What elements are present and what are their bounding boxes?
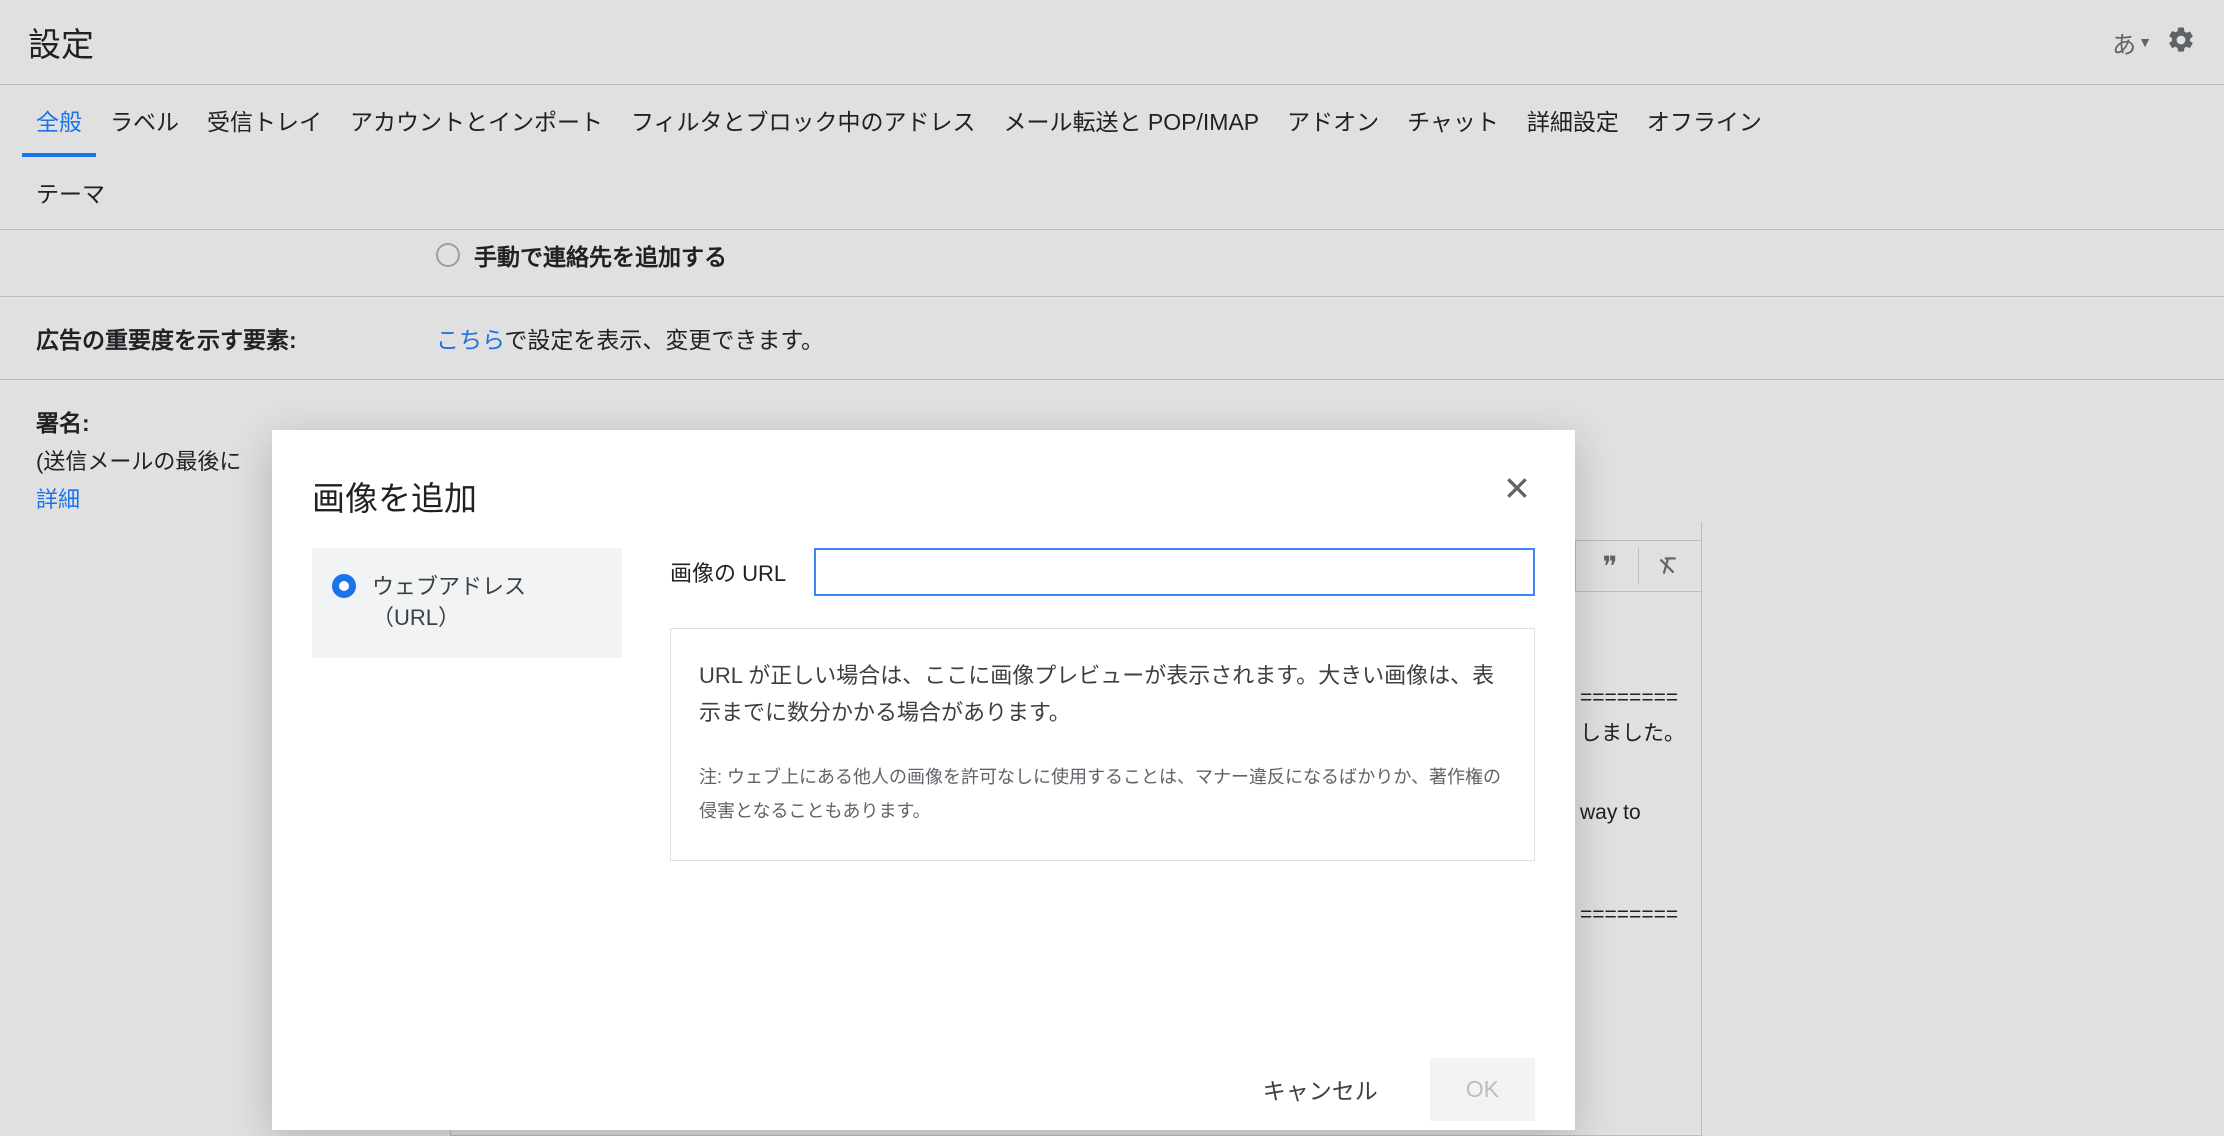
- cancel-button[interactable]: キャンセル: [1237, 1054, 1404, 1124]
- caret-down-icon: ▼: [2138, 34, 2152, 50]
- input-method-switch[interactable]: あ ▼: [2112, 25, 2152, 60]
- web-address-option[interactable]: ウェブアドレス（URL）: [312, 548, 622, 658]
- tab-accounts-import[interactable]: アカウントとインポート: [336, 85, 617, 157]
- web-address-label: ウェブアドレス（URL）: [372, 572, 602, 634]
- ok-button[interactable]: OK: [1430, 1058, 1535, 1121]
- add-image-modal: 画像を追加 ウェブアドレス（URL） 画像の URL URL が正しい場合は、こ…: [272, 430, 1575, 1130]
- tab-addons[interactable]: アドオン: [1273, 85, 1393, 157]
- image-url-input[interactable]: [814, 548, 1535, 596]
- image-url-label: 画像の URL: [670, 556, 786, 588]
- tab-advanced[interactable]: 詳細設定: [1513, 85, 1633, 157]
- tab-general[interactable]: 全般: [22, 85, 96, 157]
- ads-importance-row: 広告の重要度を示す要素: こちらで設定を表示、変更できます。: [0, 297, 2224, 380]
- preview-placeholder-text: URL が正しい場合は、ここに画像プレビューが表示されます。大きい画像は、表示ま…: [699, 657, 1506, 732]
- contacts-row: 手動で連絡先を追加する: [0, 230, 2224, 297]
- close-button[interactable]: [1499, 470, 1535, 506]
- gear-icon[interactable]: [2166, 25, 2196, 60]
- signature-detail-link[interactable]: 詳細: [36, 482, 80, 514]
- radio-selected-icon: [332, 574, 356, 598]
- tab-offline[interactable]: オフライン: [1633, 85, 1776, 157]
- tab-filters-blocked[interactable]: フィルタとブロック中のアドレス: [617, 85, 990, 157]
- modal-title: 画像を追加: [272, 430, 1575, 548]
- image-preview-box: URL が正しい場合は、ここに画像プレビューが表示されます。大きい画像は、表示ま…: [670, 628, 1535, 861]
- tab-chat[interactable]: チャット: [1393, 85, 1513, 157]
- ads-settings-link[interactable]: こちら: [436, 327, 504, 353]
- tab-labels[interactable]: ラベル: [96, 85, 193, 157]
- ads-text-after: で設定を表示、変更できます。: [504, 327, 824, 353]
- preview-note-text: 注: ウェブ上にある他人の画像を許可なしに使用することは、マナー違反になるばかり…: [699, 760, 1506, 828]
- contacts-manual-label: 手動で連絡先を追加する: [474, 238, 727, 272]
- settings-header: 設定 あ ▼: [0, 0, 2224, 84]
- tab-themes[interactable]: テーマ: [22, 157, 119, 229]
- radio-icon: [436, 243, 460, 267]
- tab-forwarding-pop-imap[interactable]: メール転送と POP/IMAP: [990, 85, 1274, 157]
- settings-tabs: 全般 ラベル 受信トレイ アカウントとインポート フィルタとブロック中のアドレス…: [0, 84, 2224, 230]
- tab-inbox[interactable]: 受信トレイ: [193, 85, 336, 157]
- contacts-manual-option[interactable]: 手動で連絡先を追加する: [436, 238, 2188, 272]
- page-title: 設定: [28, 18, 94, 66]
- ads-importance-label: 広告の重要度を示す要素:: [36, 327, 297, 353]
- input-method-label: あ: [2112, 25, 2136, 60]
